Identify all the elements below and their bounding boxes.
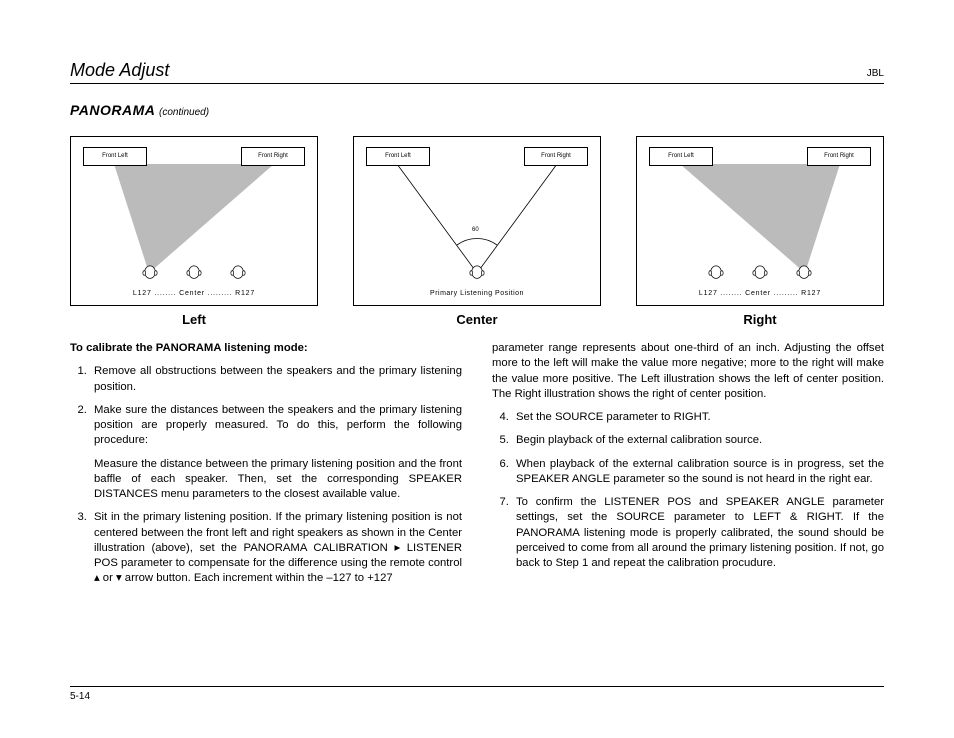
step-3-text-c: or bbox=[100, 572, 116, 584]
head-icon bbox=[229, 265, 247, 281]
angle-label: 60 bbox=[472, 227, 479, 233]
step-3-text-d: arrow button. Each increment within the … bbox=[122, 572, 393, 584]
lcr-scale: L127 ........ Center ......... R127 bbox=[637, 290, 883, 297]
step-6: When playback of the external calibratio… bbox=[512, 457, 884, 488]
diagram-right: Front Left Front Right L127 ........ Cen… bbox=[636, 136, 884, 306]
step-3-continuation: parameter range represents about one-thi… bbox=[492, 341, 884, 402]
step-3: Sit in the primary listening position. I… bbox=[90, 510, 462, 586]
step-7: To confirm the LISTENER POS and SPEAKER … bbox=[512, 495, 884, 571]
step-2: Make sure the distances between the spea… bbox=[90, 403, 462, 449]
title-continued: (continued) bbox=[159, 107, 209, 118]
plp-label: Primary Listening Position bbox=[354, 290, 600, 297]
lead-text: To calibrate the PANORAMA listening mode… bbox=[70, 341, 462, 356]
step-1: Remove all obstructions between the spea… bbox=[90, 364, 462, 395]
steps-list-left-cont: Sit in the primary listening position. I… bbox=[70, 510, 462, 586]
diagram-left: Front Left Front Right L127 ........ Cen… bbox=[70, 136, 318, 306]
step-5: Begin playback of the external calibrati… bbox=[512, 433, 884, 448]
speaker-front-left: Front Left bbox=[649, 147, 713, 166]
page-number: 5-14 bbox=[70, 691, 90, 702]
speaker-front-left: Front Left bbox=[366, 147, 430, 166]
step-2-detail: Measure the distance between the primary… bbox=[94, 457, 462, 503]
steps-list-right: Set the SOURCE parameter to RIGHT. Begin… bbox=[492, 410, 884, 571]
page-footer: 5-14 bbox=[70, 686, 884, 702]
step-4: Set the SOURCE parameter to RIGHT. bbox=[512, 410, 884, 425]
caption-right: Right bbox=[636, 312, 884, 327]
speaker-front-right: Front Right bbox=[241, 147, 305, 166]
section-title: PANORAMA (continued) bbox=[70, 102, 884, 118]
diagram-row: Front Left Front Right L127 ........ Cen… bbox=[70, 136, 884, 306]
body-columns: To calibrate the PANORAMA listening mode… bbox=[70, 341, 884, 595]
head-icon bbox=[185, 265, 203, 281]
title-main: PANORAMA bbox=[70, 102, 155, 118]
column-right: parameter range represents about one-thi… bbox=[492, 341, 884, 595]
head-icon bbox=[468, 265, 486, 281]
speaker-front-right: Front Right bbox=[524, 147, 588, 166]
caption-center: Center bbox=[353, 312, 601, 327]
head-icon bbox=[141, 265, 159, 281]
manual-page: Mode Adjust JBL PANORAMA (continued) Fro… bbox=[0, 0, 954, 738]
head-icon bbox=[751, 265, 769, 281]
speaker-front-right: Front Right bbox=[807, 147, 871, 166]
section-name: Mode Adjust bbox=[70, 60, 169, 81]
diagram-captions: Left Center Right bbox=[70, 312, 884, 327]
head-icon bbox=[795, 265, 813, 281]
diagram-center: 60 Front Left Front Right Primary Listen… bbox=[353, 136, 601, 306]
speaker-front-left: Front Left bbox=[83, 147, 147, 166]
running-head: Mode Adjust JBL bbox=[70, 60, 884, 84]
lcr-scale: L127 ........ Center ......... R127 bbox=[71, 290, 317, 297]
steps-list-left: Remove all obstructions between the spea… bbox=[70, 364, 462, 448]
brand: JBL bbox=[867, 68, 884, 79]
caption-left: Left bbox=[70, 312, 318, 327]
column-left: To calibrate the PANORAMA listening mode… bbox=[70, 341, 462, 595]
head-icon bbox=[707, 265, 725, 281]
